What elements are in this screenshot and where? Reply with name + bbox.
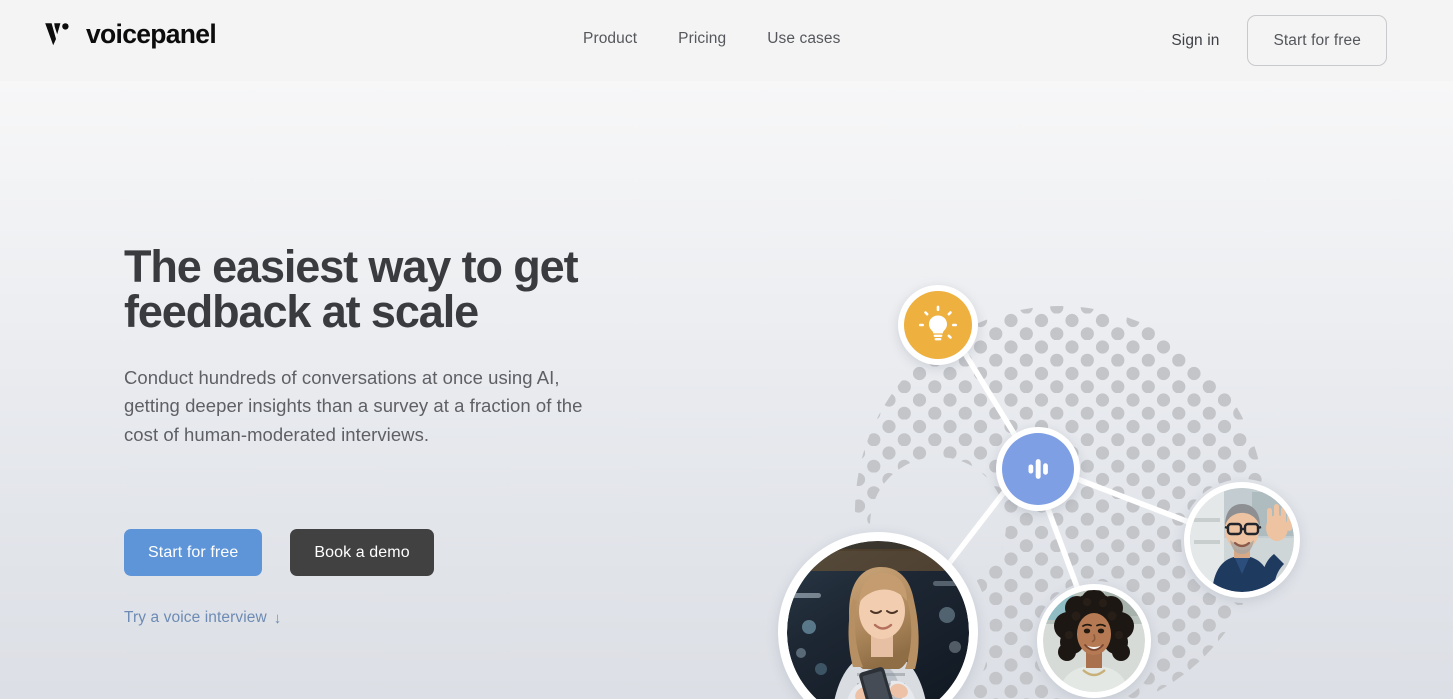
brand-name: voicepanel — [86, 19, 217, 49]
hero-subcopy: Conduct hundreds of conversations at onc… — [124, 367, 583, 445]
idea-node — [898, 285, 978, 365]
voicepanel-v-mark-icon — [45, 23, 69, 46]
hero-section: The easiest way to get feedback at scale… — [0, 81, 1453, 699]
primary-navigation: Product Pricing Use cases — [583, 30, 840, 48]
participant-man-waving-photo — [1190, 488, 1294, 592]
audio-waveform-icon — [1028, 459, 1048, 479]
try-voice-interview-link[interactable]: Try a voice interview ↓ — [124, 609, 281, 627]
hero-cta-row: Start for free Book a demo — [124, 529, 684, 577]
sign-in-link[interactable]: Sign in — [1171, 32, 1219, 50]
hero-headline: The easiest way to get feedback at scale — [124, 241, 579, 337]
voice-hub-node — [996, 427, 1080, 511]
hero-book-a-demo-button[interactable]: Book a demo — [290, 529, 434, 577]
hero-network-graphic — [760, 181, 1360, 699]
participant-man-waving — [1184, 482, 1300, 598]
header-start-for-free-button[interactable]: Start for free — [1247, 15, 1387, 66]
hero-start-for-free-button[interactable]: Start for free — [124, 529, 263, 577]
nav-item-use-cases[interactable]: Use cases — [767, 30, 840, 48]
participant-woman-curly-photo — [1043, 590, 1145, 692]
brand-logo[interactable]: voicepanel — [44, 19, 217, 49]
hero-copy: The easiest way to get feedback at scale… — [124, 244, 684, 627]
site-header: voicepanel Product Pricing Use cases Sig… — [0, 0, 1453, 81]
participant-woman-curly — [1037, 584, 1151, 698]
nav-item-product[interactable]: Product — [583, 30, 637, 48]
landing-page: voicepanel Product Pricing Use cases Sig… — [0, 0, 1453, 699]
header-actions: Sign in Start for free — [1171, 15, 1387, 66]
arrow-down-icon: ↓ — [273, 609, 282, 627]
lightbulb-icon — [919, 305, 957, 341]
participant-woman-phone-photo — [787, 541, 969, 699]
try-voice-interview-label: Try a voice interview — [124, 609, 267, 627]
nav-item-pricing[interactable]: Pricing — [678, 30, 726, 48]
